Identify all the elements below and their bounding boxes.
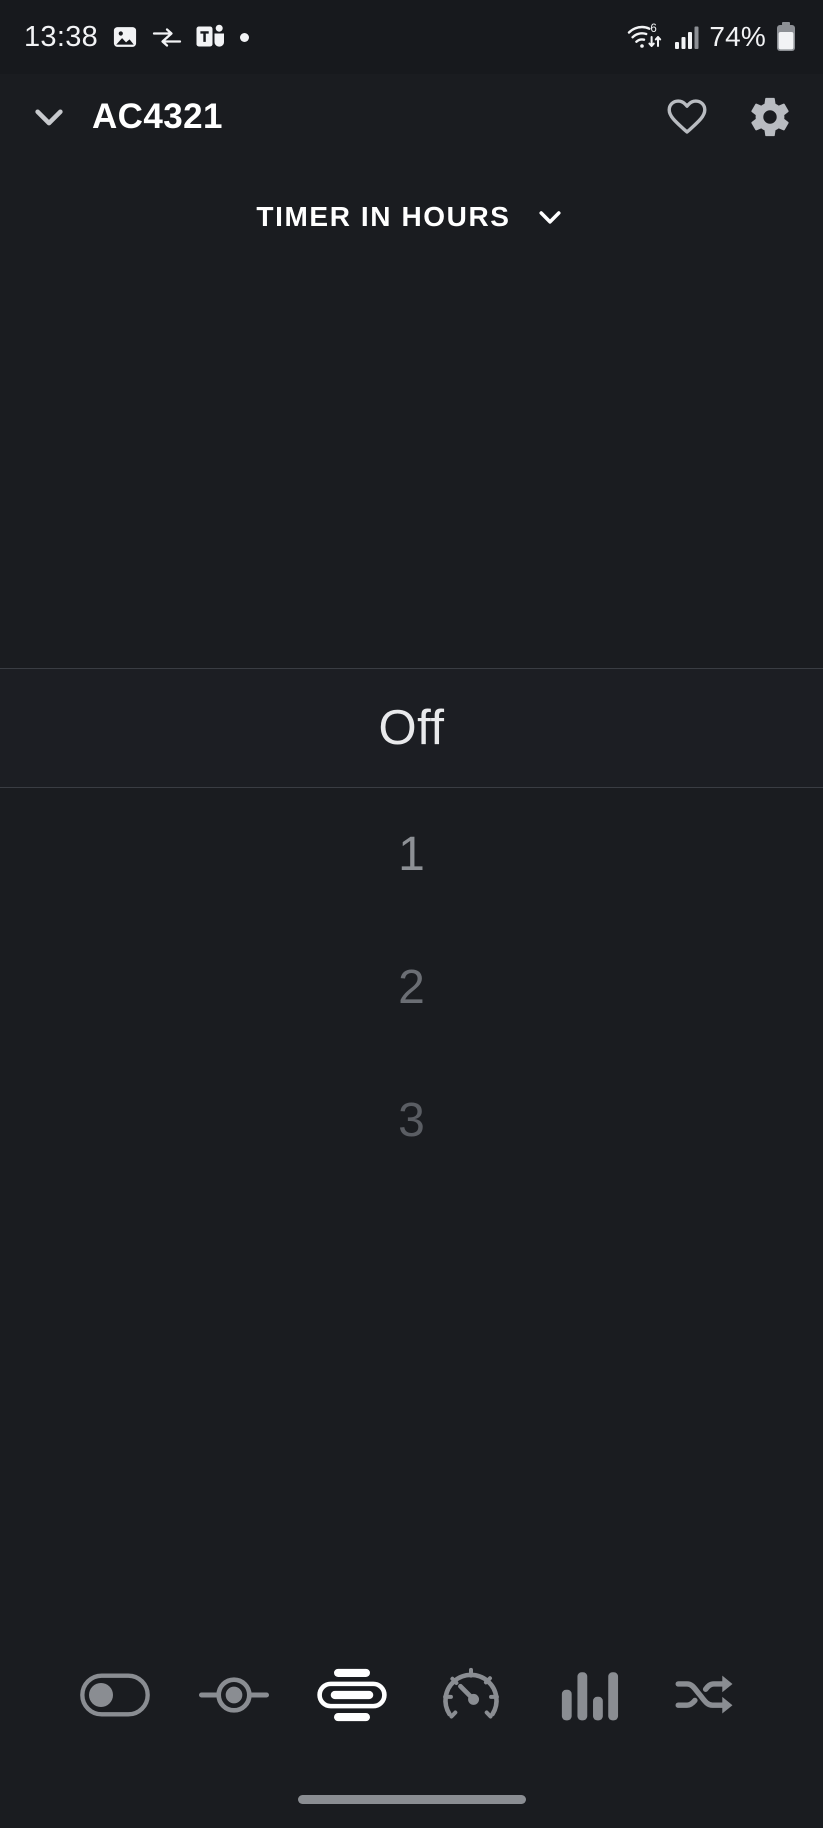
gauge-icon[interactable] (434, 1658, 508, 1732)
picker-option-label: 3 (398, 1093, 425, 1147)
cellular-signal-icon (674, 22, 700, 52)
app-bar: AC4321 (0, 74, 823, 160)
timer-section-header[interactable]: TIMER IN HOURS (0, 160, 823, 234)
status-bar: 13:38 6 74% (0, 0, 823, 74)
transfer-arrows-icon (152, 24, 182, 50)
svg-text:6: 6 (651, 23, 657, 35)
phone-screen: 13:38 6 74% AC4321 TIMER IN HOURS Off 1 … (0, 0, 823, 1828)
shuffle-icon[interactable] (671, 1658, 745, 1732)
battery-icon (775, 21, 797, 53)
power-toggle-icon[interactable] (78, 1658, 152, 1732)
chevron-down-icon[interactable] (28, 96, 70, 138)
battery-percentage: 74% (709, 21, 766, 52)
bottom-toolbar (0, 1620, 823, 1770)
home-indicator[interactable] (297, 1794, 526, 1804)
picker-option-label: 2 (398, 960, 425, 1014)
page-title: AC4321 (92, 97, 223, 136)
picker-option-selected[interactable]: Off (0, 667, 823, 788)
slider-control-icon[interactable] (197, 1658, 271, 1732)
chevron-down-icon[interactable] (533, 200, 567, 234)
airflow-icon[interactable] (315, 1658, 389, 1732)
picker-option-1[interactable]: 1 (0, 788, 823, 921)
status-bar-left: 13:38 (24, 20, 250, 53)
section-title: TIMER IN HOURS (256, 201, 511, 232)
status-bar-clock: 13:38 (24, 20, 99, 53)
picker-option-label: 1 (398, 827, 425, 881)
app-bar-left: AC4321 (28, 96, 223, 138)
gear-icon[interactable] (747, 94, 793, 140)
heart-icon[interactable] (665, 95, 709, 139)
app-bar-right (665, 94, 793, 140)
picker-option-label: Off (378, 700, 445, 755)
status-bar-right: 6 74% (627, 21, 797, 53)
notification-dot-icon (240, 32, 250, 42)
picker-option-2[interactable]: 2 (0, 921, 823, 1054)
timer-value-picker[interactable]: Off 1 2 3 (0, 234, 823, 1620)
microsoft-teams-icon (195, 23, 227, 51)
image-icon (111, 23, 139, 51)
wifi-6-icon: 6 (627, 21, 665, 53)
bar-chart-icon[interactable] (552, 1658, 626, 1732)
picker-option-3[interactable]: 3 (0, 1054, 823, 1187)
home-indicator-area (0, 1770, 823, 1828)
